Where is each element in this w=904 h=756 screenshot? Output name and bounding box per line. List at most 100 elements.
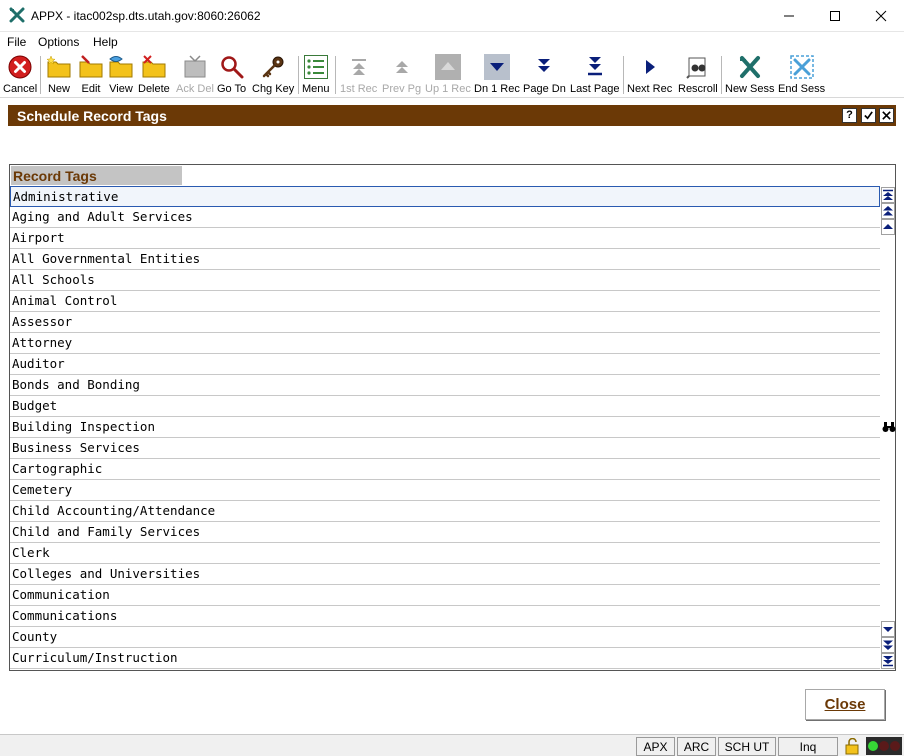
table-row[interactable]: Child Accounting/Attendance xyxy=(10,501,880,522)
table-row[interactable]: Assessor xyxy=(10,312,880,333)
delete-button[interactable]: Delete xyxy=(138,54,170,96)
page-dn-label: Page Dn xyxy=(523,83,566,95)
panel-header: Schedule Record Tags ? xyxy=(8,105,896,126)
table-row[interactable]: Communication xyxy=(10,585,880,606)
prev-pg-label: Prev Pg xyxy=(382,83,422,95)
toolbar-separator xyxy=(623,56,624,94)
menu-help[interactable]: Help xyxy=(93,35,118,49)
menu-file[interactable]: File xyxy=(7,35,26,49)
table-row[interactable]: Airport xyxy=(10,228,880,249)
maximize-icon xyxy=(830,10,840,21)
end-sess-button[interactable]: End Sess xyxy=(778,54,825,96)
scroll-top-button[interactable] xyxy=(881,187,895,203)
scroll-page-up-button[interactable] xyxy=(881,203,895,219)
go-to-label: Go To xyxy=(217,83,247,95)
end-sess-label: End Sess xyxy=(778,83,826,95)
table-row[interactable]: Bonds and Bonding xyxy=(10,375,880,396)
last-page-button[interactable]: Last Page xyxy=(570,54,620,96)
table-row[interactable]: Colleges and Universities xyxy=(10,564,880,585)
menu-label: Menu xyxy=(302,83,330,95)
table-row[interactable]: Auditor xyxy=(10,354,880,375)
new-sess-button[interactable]: New Sess xyxy=(725,54,775,96)
new-button[interactable]: New xyxy=(46,54,72,96)
scroll-bottom-icon xyxy=(883,656,893,667)
rescroll-button[interactable]: Rescroll xyxy=(678,54,718,96)
ack-del-button[interactable]: Ack Del xyxy=(176,54,214,96)
minimize-button[interactable] xyxy=(766,0,812,31)
next-rec-button[interactable]: Next Rec xyxy=(627,54,672,96)
dn-1-rec-label: Dn 1 Rec xyxy=(474,83,520,95)
column-header-label: Record Tags xyxy=(13,168,97,184)
table-row[interactable]: Attorney xyxy=(10,333,880,354)
delete-label: Delete xyxy=(138,83,170,95)
first-rec-button[interactable]: 1st Rec xyxy=(340,54,377,96)
record-tags-grid: Record Tags Administrative Aging and Adu… xyxy=(9,164,896,671)
rescroll-binoculars-icon xyxy=(686,57,706,79)
scroll-page-down-button[interactable] xyxy=(881,637,895,653)
edit-button[interactable]: Edit xyxy=(78,54,104,96)
panel-title: Schedule Record Tags xyxy=(17,108,167,124)
up-1-rec-button[interactable]: Up 1 Rec xyxy=(425,54,471,96)
menu-options[interactable]: Options xyxy=(38,35,79,49)
table-row[interactable]: Administrative xyxy=(10,186,880,207)
cancel-icon xyxy=(8,55,32,79)
table-row[interactable]: Building Inspection xyxy=(10,417,880,438)
toolbar-separator xyxy=(298,56,299,94)
close-button[interactable]: Close xyxy=(805,689,885,720)
status-arc: ARC xyxy=(677,737,716,756)
cancel-button[interactable]: Cancel xyxy=(3,54,37,96)
scroll-line-up-icon xyxy=(883,224,893,229)
up-1-rec-label: Up 1 Rec xyxy=(425,83,471,95)
column-header-record-tags[interactable]: Record Tags xyxy=(11,166,182,185)
table-row[interactable]: Cemetery xyxy=(10,480,880,501)
connection-status-icon xyxy=(866,737,902,755)
toolbar: Cancel New Edit View Delete Ack Del Go T… xyxy=(0,52,904,98)
maximize-button[interactable] xyxy=(812,0,858,31)
edit-label: Edit xyxy=(81,83,101,95)
table-row[interactable]: Animal Control xyxy=(10,291,880,312)
rescroll-label: Rescroll xyxy=(678,83,718,95)
scroll-page-down-icon xyxy=(883,640,893,650)
dn-1-rec-button[interactable]: Dn 1 Rec xyxy=(474,54,520,96)
status-bar: APX ARC SCH UT Inq xyxy=(0,734,904,756)
prev-pg-button[interactable]: Prev Pg xyxy=(382,54,421,96)
up-record-icon xyxy=(440,62,455,70)
menu-list-icon xyxy=(303,55,328,79)
close-window-button[interactable] xyxy=(858,0,904,31)
toolbar-separator xyxy=(335,56,336,94)
table-row[interactable]: All Schools xyxy=(10,270,880,291)
panel-close-button[interactable] xyxy=(879,108,894,123)
table-row[interactable]: Communications xyxy=(10,606,880,627)
view-folder-icon xyxy=(109,56,133,78)
table-row[interactable]: All Governmental Entities xyxy=(10,249,880,270)
table-row[interactable]: County xyxy=(10,627,880,648)
table-row[interactable]: Aging and Adult Services xyxy=(10,207,880,228)
help-button[interactable]: ? xyxy=(842,108,857,123)
scroll-line-up-button[interactable] xyxy=(881,219,895,235)
table-row[interactable]: Clerk xyxy=(10,543,880,564)
view-button[interactable]: View xyxy=(108,54,134,96)
down-record-icon xyxy=(489,63,504,71)
next-record-icon xyxy=(645,60,655,74)
scroll-bottom-button[interactable] xyxy=(881,653,895,669)
scroll-line-down-button[interactable] xyxy=(881,621,895,637)
accept-button[interactable] xyxy=(861,108,876,123)
table-row[interactable]: Cartographic xyxy=(10,459,880,480)
table-row[interactable]: Business Services xyxy=(10,438,880,459)
edit-folder-icon xyxy=(79,55,103,78)
binoculars-icon[interactable] xyxy=(882,420,896,434)
page-dn-button[interactable]: Page Dn xyxy=(523,54,566,96)
table-row[interactable]: Budget xyxy=(10,396,880,417)
status-apx: APX xyxy=(636,737,675,756)
title-bar: APPX - itac002sp.dts.utah.gov:8060:26062 xyxy=(0,0,904,32)
first-record-icon xyxy=(351,59,366,75)
new-session-icon xyxy=(739,56,760,78)
chg-key-button[interactable]: Chg Key xyxy=(252,54,294,96)
menu-button[interactable]: Menu xyxy=(302,54,330,96)
scroll-line-down-icon xyxy=(883,627,893,632)
table-row[interactable]: Curriculum/Instruction xyxy=(10,648,880,669)
go-to-button[interactable]: Go To xyxy=(217,54,246,96)
menu-bar: File Options Help xyxy=(0,32,904,52)
table-row[interactable]: Child and Family Services xyxy=(10,522,880,543)
close-icon xyxy=(882,111,891,120)
